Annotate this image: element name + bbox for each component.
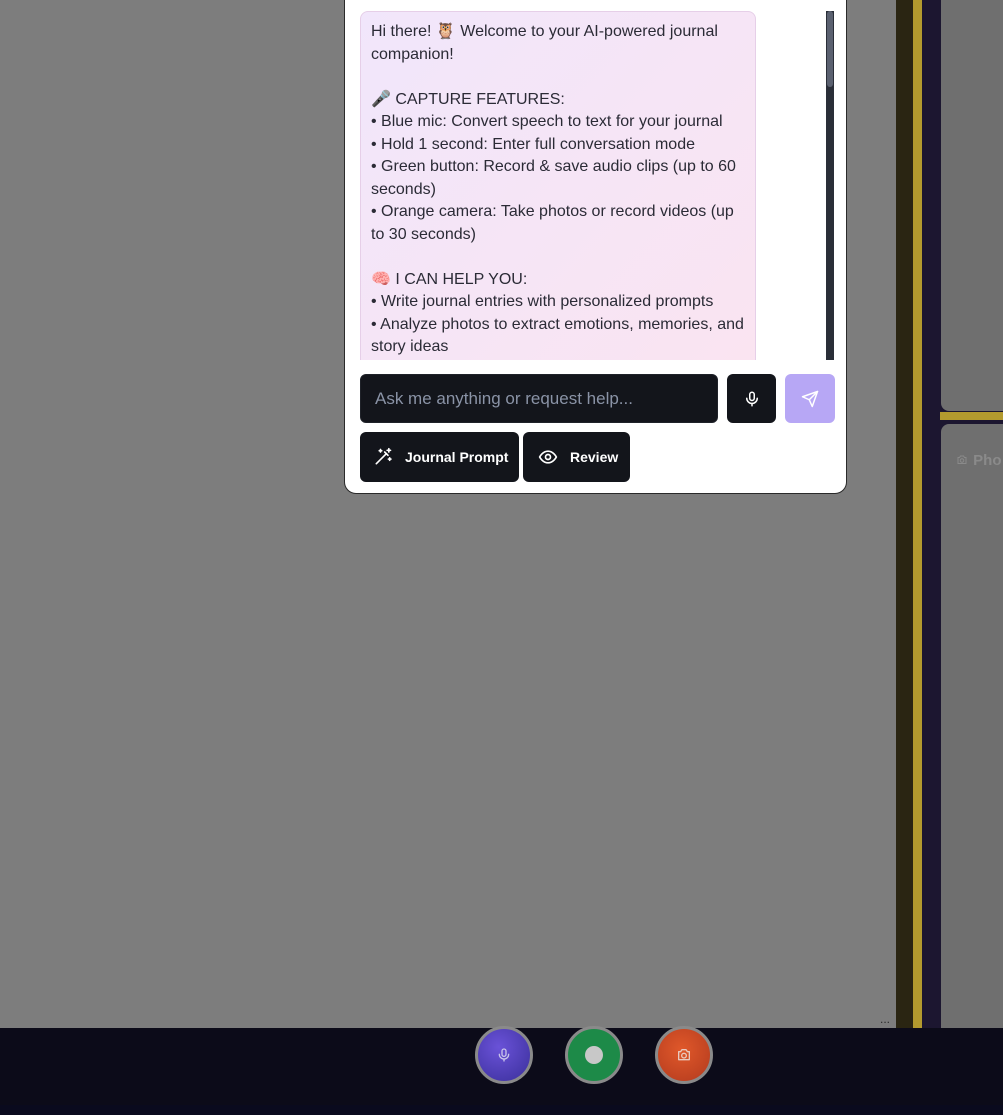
photos-card-label-text: Pho bbox=[973, 452, 1002, 469]
record-dot-icon bbox=[585, 1046, 603, 1064]
scrollbar[interactable] bbox=[826, 11, 834, 360]
magic-wand-icon bbox=[373, 447, 393, 467]
resize-ellipsis: ... bbox=[880, 1012, 891, 1026]
side-strip bbox=[896, 0, 914, 1073]
review-label: Review bbox=[570, 449, 619, 465]
message-list[interactable]: Hi there! 🦉 Welcome to your AI-powered j… bbox=[360, 11, 834, 360]
accent-divider bbox=[940, 412, 1003, 420]
accent-bar bbox=[913, 0, 922, 1073]
scrollbar-thumb[interactable] bbox=[827, 11, 833, 87]
bottom-edge bbox=[0, 1105, 1003, 1115]
voice-mic-button[interactable] bbox=[475, 1026, 533, 1084]
assistant-message: Hi there! 🦉 Welcome to your AI-powered j… bbox=[360, 11, 756, 360]
dictate-button[interactable] bbox=[727, 374, 776, 423]
mic-icon bbox=[498, 1048, 510, 1062]
chat-input[interactable] bbox=[360, 374, 718, 423]
right-card-top bbox=[941, 0, 1003, 411]
eye-icon bbox=[538, 447, 558, 467]
photos-card-label: Pho bbox=[955, 452, 1002, 469]
ai-chat-panel: Hi there! 🦉 Welcome to your AI-powered j… bbox=[344, 0, 847, 494]
review-button[interactable]: Review bbox=[523, 432, 630, 482]
journal-prompt-button[interactable]: Journal Prompt bbox=[360, 432, 519, 482]
camera-icon bbox=[678, 1049, 690, 1061]
send-icon bbox=[801, 390, 819, 407]
right-card-photos bbox=[941, 424, 1003, 1054]
journal-prompt-label: Journal Prompt bbox=[405, 449, 509, 465]
camera-button[interactable] bbox=[655, 1026, 713, 1084]
record-audio-button[interactable] bbox=[565, 1026, 623, 1084]
mic-icon bbox=[745, 391, 758, 406]
send-button[interactable] bbox=[785, 374, 835, 423]
camera-icon bbox=[957, 455, 967, 464]
